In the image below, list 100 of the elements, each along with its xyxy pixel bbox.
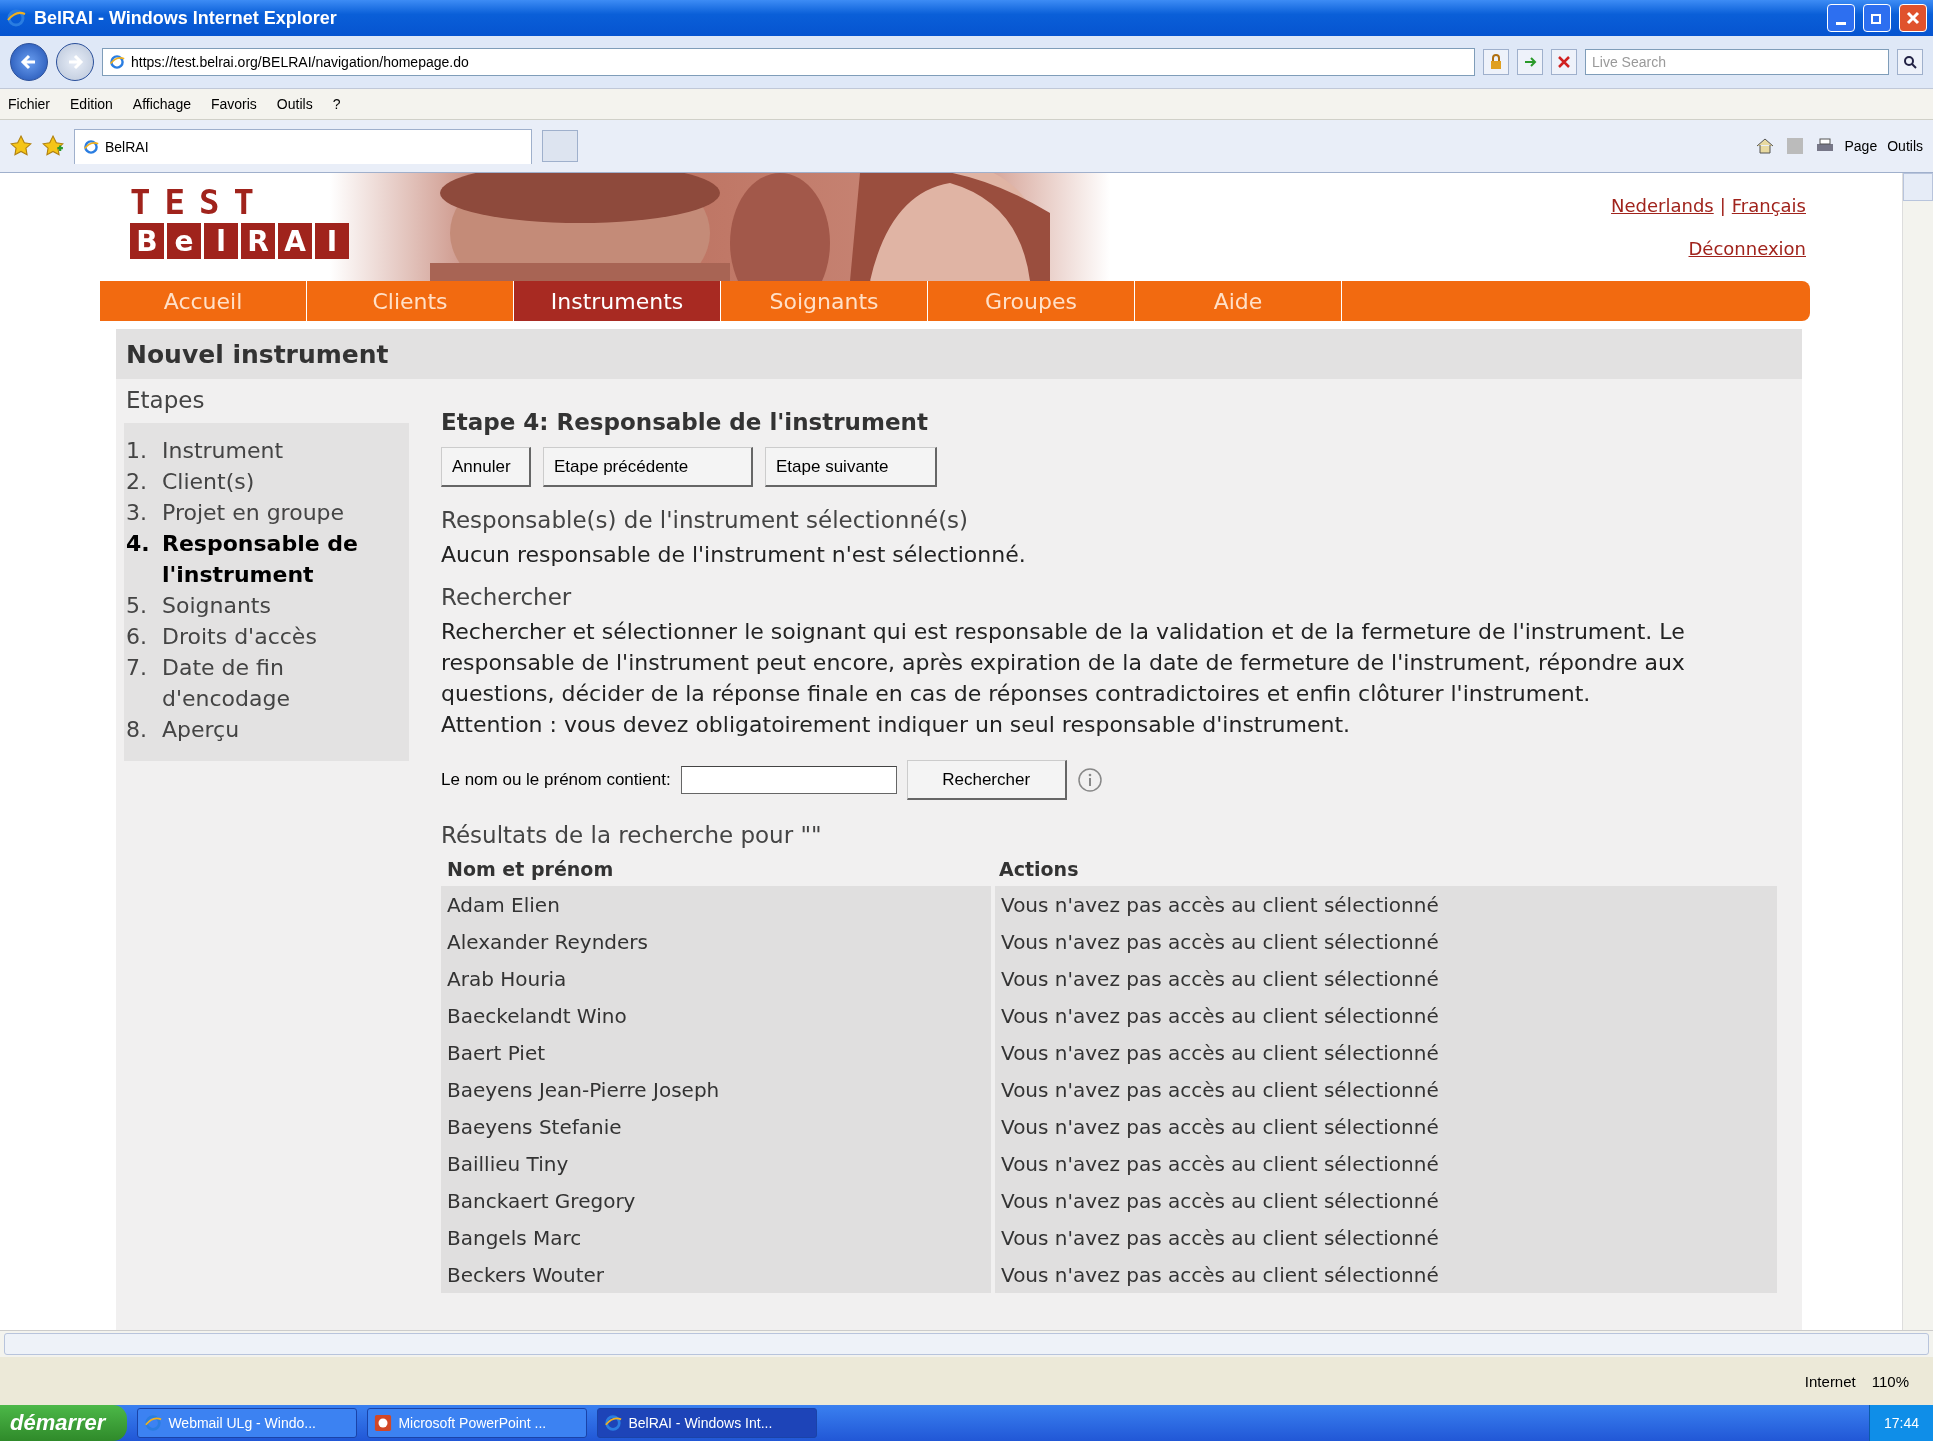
step-link[interactable]: 7. Date de fin d'encodage — [126, 652, 409, 714]
search-field[interactable]: Live Search — [1585, 49, 1889, 75]
clock: 17:44 — [1883, 1415, 1919, 1431]
browser-tab[interactable]: BelRAI — [74, 128, 532, 164]
taskbar-item[interactable]: Webmail ULg - Windo... — [137, 1408, 358, 1438]
step-link[interactable]: 1. Instrument — [126, 435, 409, 466]
table-cell: Banckaert Gregory — [441, 1182, 993, 1219]
step-link[interactable]: 4. Responsable de l'instrument — [126, 528, 409, 590]
add-favorite-icon[interactable] — [42, 135, 64, 157]
logo-letter: A — [278, 223, 312, 259]
url-text: https://test.belrai.org/BELRAI/navigation/homepage.do — [131, 54, 469, 70]
section-title: Responsable(s) de l'instrument sélectionné(s) — [441, 507, 970, 533]
restore-icon — [1870, 11, 1884, 25]
table-cell: Vous n'avez pas accès au client sélectionné — [993, 960, 1777, 997]
table-cell: Baeckelandt Wino — [441, 997, 993, 1034]
logo-letter: R — [241, 223, 275, 259]
step-link[interactable]: 8. Aperçu — [126, 714, 409, 745]
horizontal-scrollbar[interactable] — [0, 1330, 1933, 1357]
lock-button[interactable] — [1483, 49, 1509, 75]
menu-item[interactable]: Affichage — [132, 96, 191, 112]
description: Rechercher et sélectionner le soignant qui est responsable de la validation et de la fermeture de l'instrument. Le responsable de l'instrument peut encore, après expiration de la date de fermeture de l'instrument, répondre aux questions, décider de la réponse finale en cas de réponses contradictoires et enfin clôturer l'instrument. — [441, 618, 1686, 708]
name-field[interactable] — [680, 766, 897, 794]
search-button[interactable] — [1897, 49, 1923, 75]
column-header: Actions — [993, 856, 1777, 886]
lock-icon — [1488, 54, 1504, 70]
empty-message: Aucun responsable de l'instrument n'est sélectionné. — [441, 541, 1027, 569]
table-cell: Adam Elien — [441, 886, 993, 923]
address-field[interactable]: https://test.belrai.org/BELRAI/navigation/homepage.do — [102, 48, 1475, 76]
step-link[interactable]: 5. Soignants — [126, 590, 409, 621]
language-link[interactable]: Français — [1731, 195, 1806, 216]
step-link[interactable]: 6. Droits d'accès — [126, 621, 409, 652]
restore-button[interactable] — [1863, 4, 1891, 32]
browser-icon — [144, 1414, 163, 1432]
table-cell: Vous n'avez pas accès au client sélectionné — [993, 886, 1777, 923]
table-cell: Alexander Reynders — [441, 923, 993, 960]
refresh-button[interactable] — [1517, 49, 1543, 75]
command-menu[interactable]: Page — [1844, 138, 1878, 154]
minimize-icon — [1836, 21, 1846, 25]
step-title: Etape 4: Responsable de l'instrument — [441, 409, 929, 435]
minimize-button[interactable] — [1827, 4, 1855, 32]
search-icon — [1902, 54, 1918, 70]
stop-icon — [1556, 54, 1572, 70]
table-cell: Vous n'avez pas accès au client sélectionné — [993, 1219, 1777, 1256]
search-label: Le nom ou le prénom contient: — [441, 770, 671, 790]
menu-item[interactable]: Edition — [70, 96, 113, 112]
table-cell: Vous n'avez pas accès au client sélectionné — [993, 923, 1777, 960]
language-link[interactable]: Nederlands — [1611, 195, 1714, 216]
table-cell: Vous n'avez pas accès au client sélectionné — [993, 1071, 1777, 1108]
logo-letter: B — [130, 223, 164, 259]
section-title: Rechercher — [441, 584, 573, 610]
vertical-scrollbar[interactable] — [1902, 173, 1933, 1330]
separator: | — [1719, 195, 1726, 216]
logo-letter: e — [167, 223, 201, 259]
back-button[interactable] — [10, 43, 48, 81]
menu-item[interactable]: Fichier — [8, 96, 50, 112]
browser-icon — [6, 8, 26, 28]
menu-item[interactable]: ? — [332, 96, 341, 112]
table-cell: Baeyens Jean-Pierre Joseph — [441, 1071, 993, 1108]
browser-icon — [83, 138, 99, 155]
window-title: BelRAI - Windows Internet Explorer — [34, 7, 338, 29]
results-title: Résultats de la recherche pour "" — [441, 822, 823, 848]
menu-item[interactable]: Favoris — [210, 96, 257, 112]
zoom-level[interactable]: 110% — [1871, 1372, 1909, 1390]
forward-button[interactable] — [56, 43, 94, 81]
logo-text: TEST — [130, 185, 269, 219]
info-icon[interactable] — [1076, 767, 1103, 793]
table-cell: Baert Piet — [441, 1034, 993, 1071]
stop-button[interactable] — [1551, 49, 1577, 75]
step-button[interactable]: Etape suivante — [765, 447, 937, 487]
logo-letter: l — [204, 223, 238, 259]
logout-link[interactable]: Déconnexion — [1688, 238, 1806, 259]
step-button[interactable]: Annuler — [441, 447, 531, 487]
table-cell: Vous n'avez pas accès au client sélectionné — [993, 1108, 1777, 1145]
table-cell: Baillieu Tiny — [441, 1145, 993, 1182]
slides-icon — [374, 1414, 393, 1432]
command-menu[interactable]: Outils — [1887, 138, 1923, 154]
steps-title: Etapes — [125, 387, 206, 415]
table-cell: Vous n'avez pas accès au client sélectionné — [993, 997, 1777, 1034]
page-heading: Nouvel instrument — [116, 329, 1802, 379]
column-header: Nom et prénom — [441, 856, 993, 886]
menu-item[interactable]: Outils — [276, 96, 313, 112]
taskbar-item[interactable]: Microsoft PowerPoint ... — [367, 1408, 588, 1438]
step-button[interactable]: Etape précédente — [543, 447, 753, 487]
attention-note: Attention : vous devez obligatoirement indiquer un seul responsable d'instrument. — [441, 711, 1351, 739]
browser-icon — [604, 1414, 623, 1432]
table-cell: Vous n'avez pas accès au client sélectionné — [993, 1256, 1777, 1293]
nav-tab[interactable]: Instruments — [514, 281, 721, 321]
step-link[interactable]: 3. Projet en groupe — [126, 497, 409, 528]
home-icon[interactable] — [1754, 136, 1775, 156]
table-cell: Vous n'avez pas accès au client sélectionné — [993, 1034, 1777, 1071]
taskbar-item[interactable]: BelRAI - Windows Int... — [597, 1408, 818, 1438]
table-cell: Vous n'avez pas accès au client sélectionné — [993, 1145, 1777, 1182]
table-cell: Arab Houria — [441, 960, 993, 997]
close-button[interactable] — [1899, 4, 1927, 32]
star-icon[interactable] — [10, 135, 32, 157]
browser-icon — [109, 54, 125, 70]
logo-letter: I — [315, 223, 349, 259]
close-icon — [1906, 11, 1920, 25]
search-button[interactable]: Rechercher — [906, 760, 1067, 800]
step-link[interactable]: 2. Client(s) — [126, 466, 409, 497]
